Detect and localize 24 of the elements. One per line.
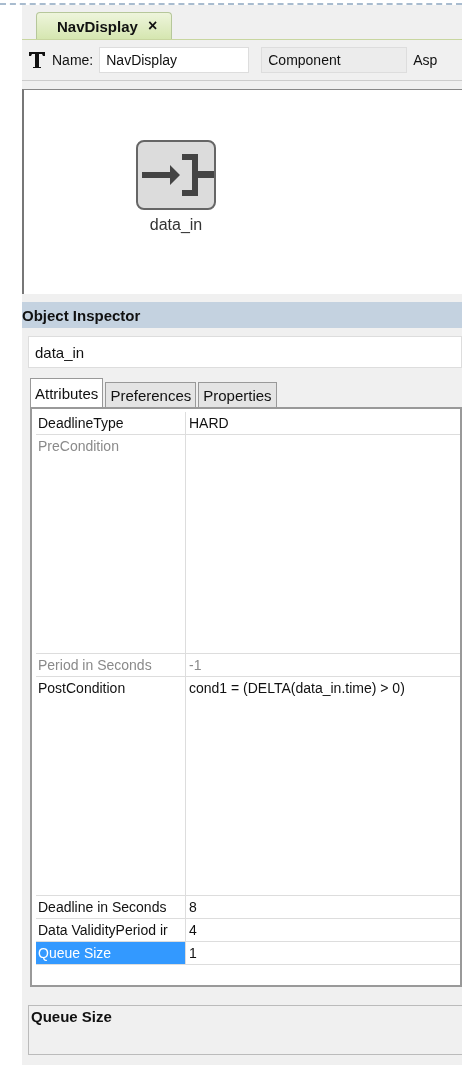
text-type-icon: [28, 51, 46, 69]
type-field: Component: [261, 47, 408, 73]
property-name[interactable]: PostCondition: [36, 677, 186, 895]
property-value[interactable]: 4: [189, 922, 197, 938]
inspector-tab[interactable]: Preferences: [105, 382, 197, 407]
property-value[interactable]: 8: [189, 899, 197, 915]
property-value[interactable]: HARD: [189, 415, 229, 431]
property-name[interactable]: Deadline in Seconds: [36, 896, 186, 918]
description-title: Queue Size: [31, 1008, 112, 1025]
property-value[interactable]: cond1 = (DELTA(data_in.time) > 0): [189, 680, 405, 696]
property-value[interactable]: 1: [189, 945, 197, 961]
input-port-icon[interactable]: [136, 140, 216, 210]
name-field[interactable]: NavDisplay: [99, 47, 250, 73]
property-name[interactable]: Data ValidityPeriod ir: [36, 919, 186, 941]
property-name[interactable]: DeadlineType: [36, 412, 186, 434]
close-icon[interactable]: ×: [147, 17, 158, 35]
inspector-tab[interactable]: Attributes: [30, 378, 104, 407]
editor-tab[interactable]: NavDisplay ×: [36, 12, 173, 39]
inspector-tab[interactable]: Properties: [198, 382, 277, 407]
node-label: data_in: [149, 216, 203, 234]
panel-title: Object Inspector: [22, 302, 462, 328]
name-label: Name:: [52, 52, 94, 68]
aspect-label: Asp: [413, 52, 438, 68]
object-name-field[interactable]: data_in: [28, 336, 462, 368]
